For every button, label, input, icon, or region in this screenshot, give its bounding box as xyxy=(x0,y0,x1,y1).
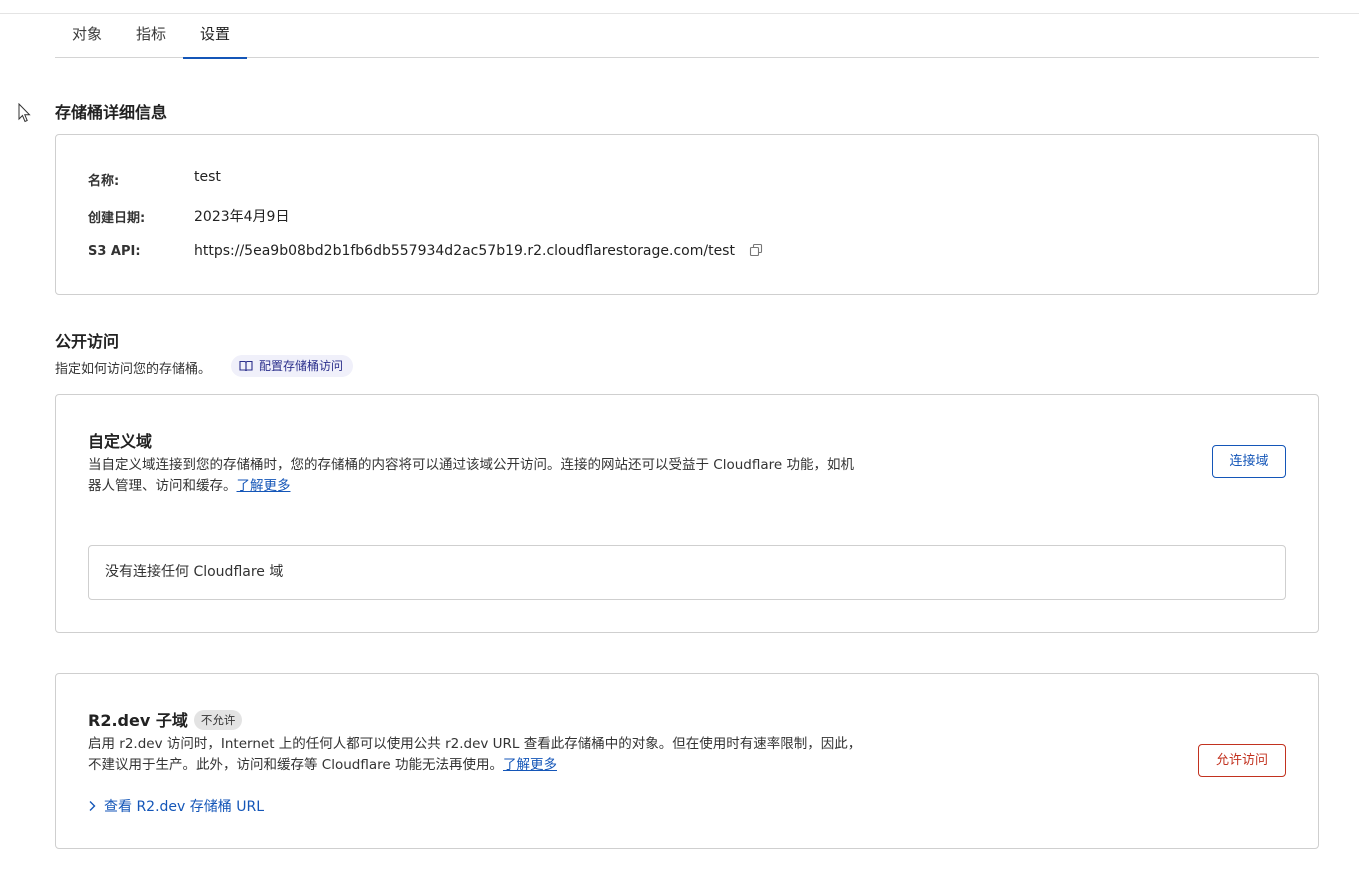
bucket-details-title: 存储桶详细信息 xyxy=(55,103,168,122)
tab-bar: 对象 指标 设置 xyxy=(55,14,1319,59)
no-domains-box: 没有连接任何 Cloudflare 域 xyxy=(88,545,1286,600)
created-date-key: 创建日期: xyxy=(88,211,146,226)
s3-api-row: https://5ea9b08bd2b1fb6db557934d2ac57b19… xyxy=(194,243,763,259)
r2dev-desc-line1: 启用 r2.dev 访问时，Internet 上的任何人都可以使用公共 r2.d… xyxy=(88,736,862,752)
custom-domain-desc-line2: 器人管理、访问和缓存。 xyxy=(88,478,237,494)
tab-objects[interactable]: 对象 xyxy=(55,14,119,58)
chevron-right-icon xyxy=(89,801,96,811)
tab-metrics[interactable]: 指标 xyxy=(119,14,183,58)
view-r2dev-url-expander[interactable]: 查看 R2.dev 存储桶 URL xyxy=(88,796,264,816)
public-access-subtitle: 指定如何访问您的存储桶。 xyxy=(55,362,212,377)
connect-domain-button[interactable]: 连接域 xyxy=(1212,445,1286,478)
r2dev-subdomain-card: R2.dev 子域 不允许 启用 r2.dev 访问时，Internet 上的任何… xyxy=(55,673,1319,849)
no-domains-text: 没有连接任何 Cloudflare 域 xyxy=(105,564,284,580)
created-date-value: 2023年4月9日 xyxy=(194,209,290,225)
bucket-details-card: 名称: test 创建日期: 2023年4月9日 S3 API: https:/… xyxy=(55,134,1319,295)
view-r2dev-url-label: 查看 R2.dev 存储桶 URL xyxy=(104,799,264,815)
tab-settings[interactable]: 设置 xyxy=(183,14,247,59)
public-access-title: 公开访问 xyxy=(55,332,120,351)
custom-domain-learn-more-link[interactable]: 了解更多 xyxy=(237,478,291,494)
custom-domain-card: 自定义域 当自定义域连接到您的存储桶时，您的存储桶的内容将可以通过该域公开访问。… xyxy=(55,394,1319,633)
r2dev-desc-line2: 不建议用于生产。此外，访问和缓存等 Cloudflare 功能无法再使用。 xyxy=(88,757,503,773)
name-value: test xyxy=(194,169,221,185)
r2dev-description: 启用 r2.dev 访问时，Internet 上的任何人都可以使用公共 r2.d… xyxy=(88,734,888,776)
status-badge: 不允许 xyxy=(193,710,243,730)
configure-bucket-access-link[interactable]: 配置存储桶访问 xyxy=(231,355,354,377)
book-icon xyxy=(239,360,253,371)
s3-api-url[interactable]: https://5ea9b08bd2b1fb6db557934d2ac57b19… xyxy=(194,243,735,259)
r2dev-title-row: R2.dev 子域 不允许 xyxy=(88,707,243,731)
custom-domain-desc-line1: 当自定义域连接到您的存储桶时，您的存储桶的内容将可以通过该域公开访问。连接的网站… xyxy=(88,457,854,473)
allow-access-button[interactable]: 允许访问 xyxy=(1198,744,1286,777)
copy-icon[interactable] xyxy=(749,243,763,257)
custom-domain-title: 自定义域 xyxy=(88,432,153,451)
r2dev-learn-more-link[interactable]: 了解更多 xyxy=(503,757,557,773)
s3-api-key: S3 API: xyxy=(88,244,141,259)
r2dev-title: R2.dev 子域 xyxy=(88,711,188,730)
mouse-cursor-icon xyxy=(18,103,31,123)
name-key: 名称: xyxy=(88,174,120,189)
custom-domain-description: 当自定义域连接到您的存储桶时，您的存储桶的内容将可以通过该域公开访问。连接的网站… xyxy=(88,455,888,497)
configure-bucket-access-label: 配置存储桶访问 xyxy=(259,359,344,373)
